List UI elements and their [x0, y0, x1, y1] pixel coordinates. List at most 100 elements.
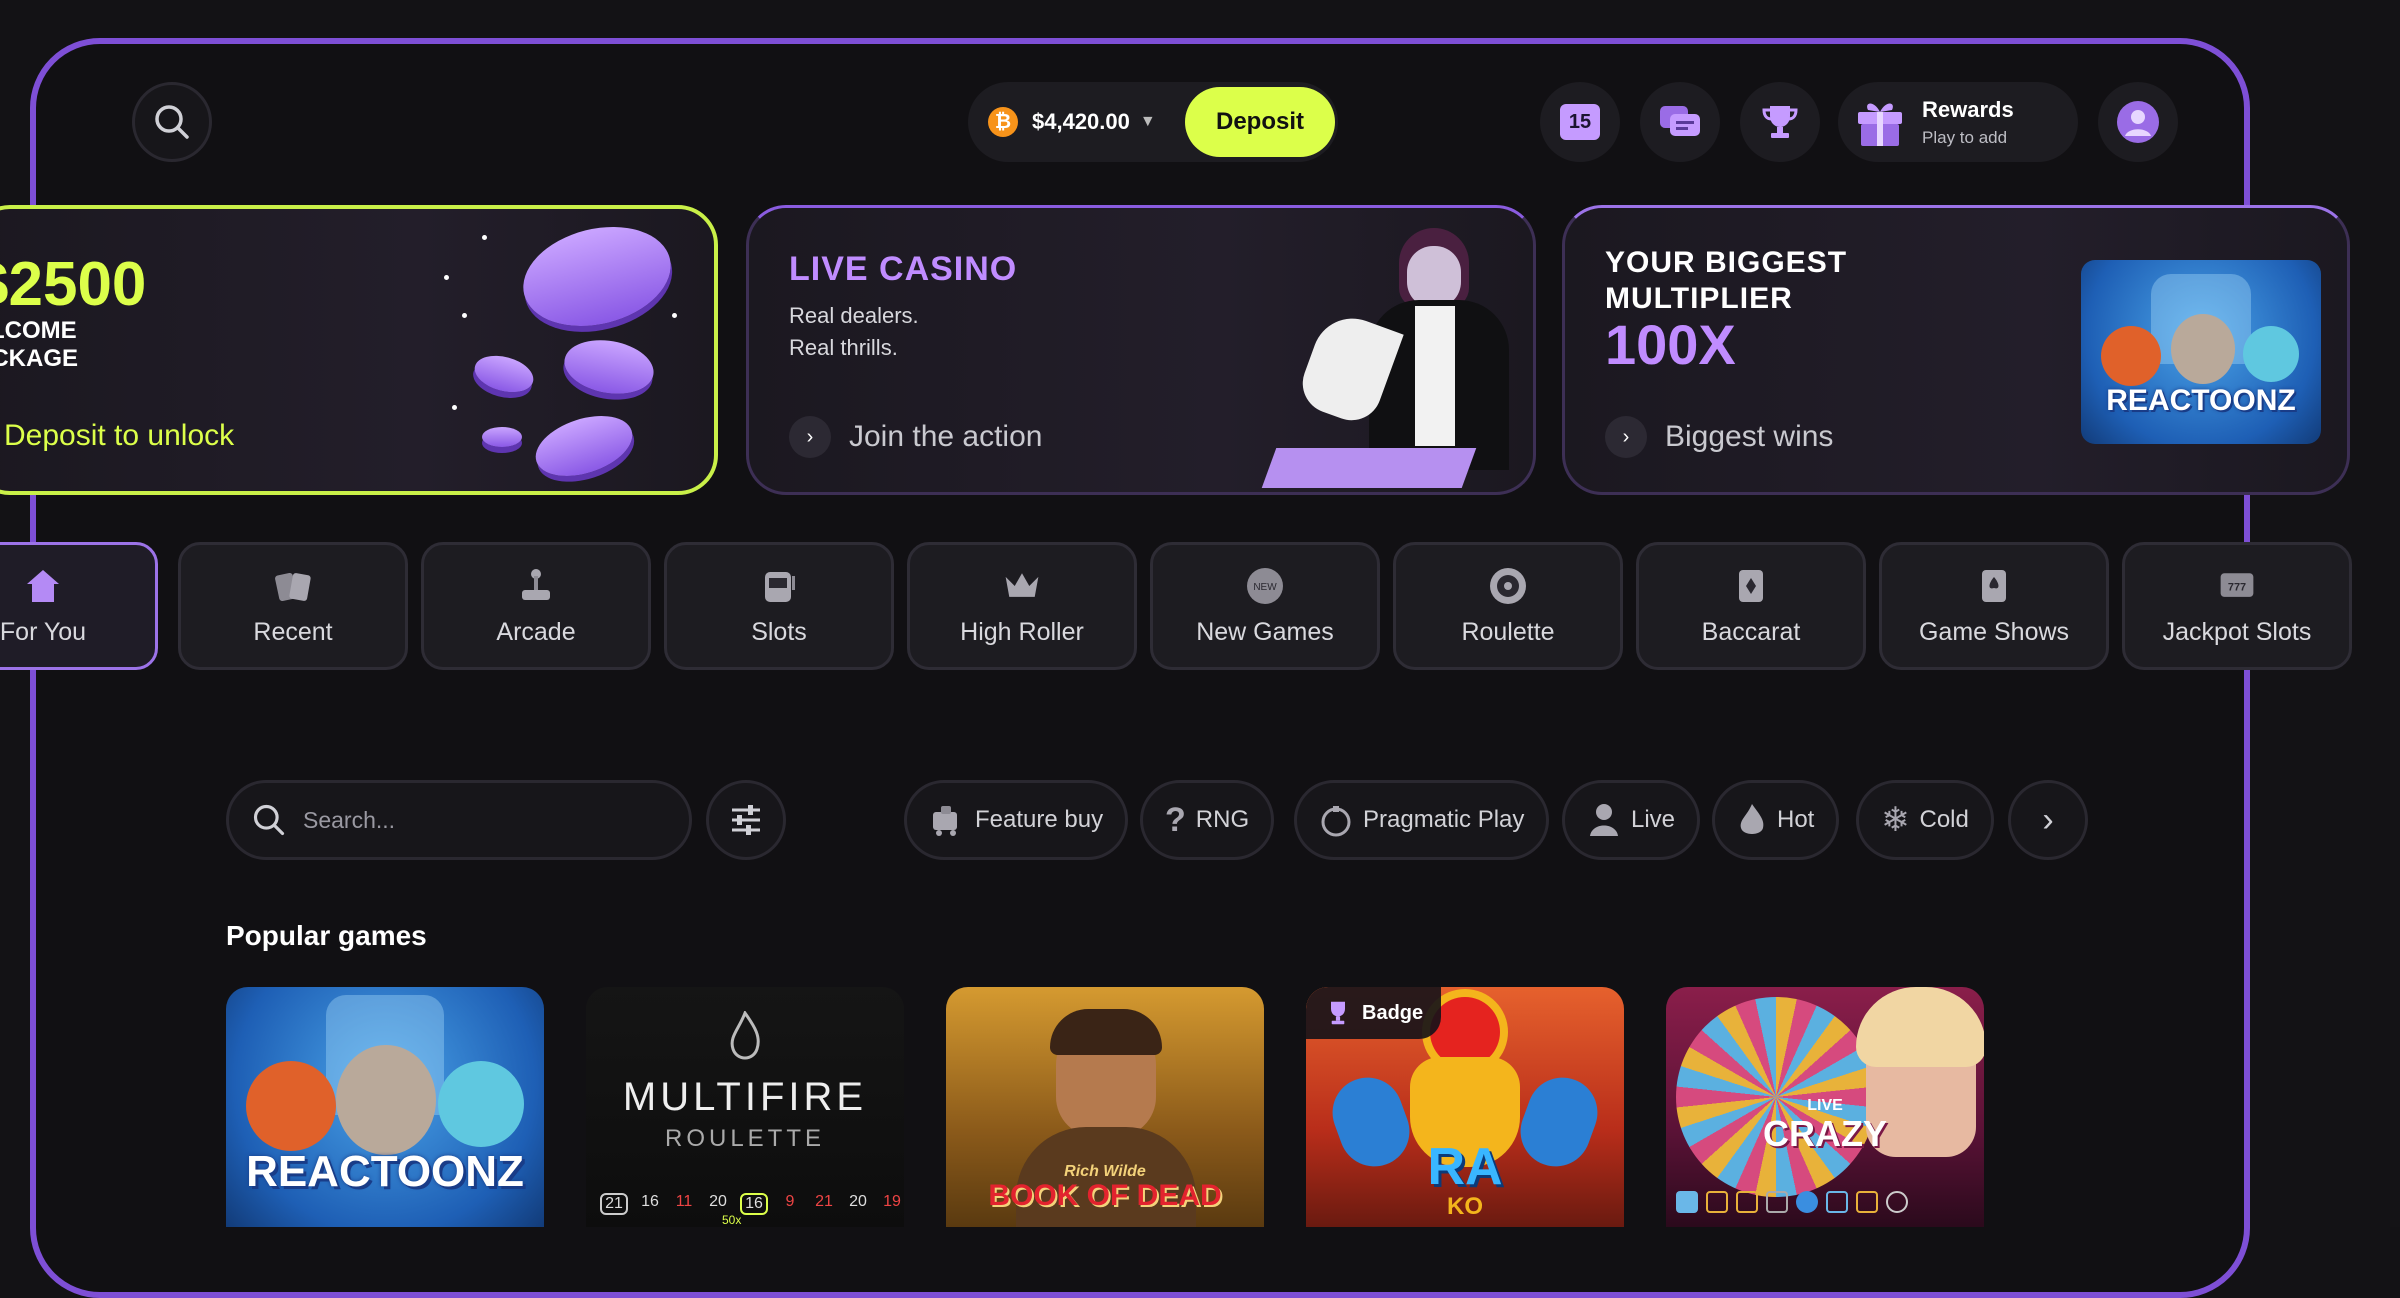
banner-line-2: MULTIPLIER	[1605, 282, 1793, 315]
flame-icon	[1740, 804, 1764, 834]
banner-subtitle: Real dealers. Real thrills.	[789, 303, 919, 360]
join-the-action-link[interactable]: Join the action	[849, 420, 1042, 454]
rewards-title: Rewards	[1922, 96, 2014, 122]
game-card-book-of-dead[interactable]: Rich Wilde BOOK OF DEAD	[946, 987, 1264, 1227]
rewards-button[interactable]: Rewards Play to add	[1838, 82, 2078, 162]
category-high-roller[interactable]: High Roller	[907, 542, 1137, 670]
multiplier-value: 100X	[1605, 313, 1736, 376]
category-label: Roulette	[1461, 617, 1555, 646]
game-search-field[interactable]	[226, 780, 692, 860]
deposit-to-unlock-link[interactable]: Deposit to unlock	[4, 419, 234, 453]
category-label: For You	[0, 617, 87, 646]
rewards-subtitle: Play to add	[1922, 127, 2008, 147]
joystick-icon	[516, 566, 556, 606]
category-roulette[interactable]: Roulette	[1393, 542, 1623, 670]
dealer-icon	[1590, 804, 1618, 836]
category-label: Recent	[253, 617, 333, 646]
trophy-icon	[1762, 106, 1798, 138]
category-baccarat[interactable]: Baccarat	[1636, 542, 1866, 670]
search-icon	[155, 105, 189, 139]
chevron-right-icon: ›	[1605, 416, 1647, 458]
chevron-down-icon: ▼	[1139, 113, 1156, 130]
avatar-icon	[2117, 101, 2159, 143]
game-subtitle: ROULETTE	[664, 1125, 825, 1152]
filter-settings-button[interactable]	[706, 780, 786, 860]
category-label: New Games	[1196, 617, 1334, 646]
filter-label: Pragmatic Play	[1363, 806, 1525, 833]
welcome-package-banner[interactable]: $2500 ELCOME ACKAGE Deposit to unlock	[0, 205, 718, 495]
search-button[interactable]	[132, 82, 212, 162]
bitcoin-icon: ₿	[988, 107, 1018, 137]
card-spade-icon	[1974, 566, 2014, 606]
chevron-right-icon: ›	[2042, 800, 2054, 839]
scrollbar-track[interactable]	[2390, 0, 2400, 1227]
welcome-text: ELCOME ACKAGE	[0, 317, 79, 372]
category-new-games[interactable]: NEW New Games	[1150, 542, 1380, 670]
category-arcade[interactable]: Arcade	[421, 542, 651, 670]
game-badge: Badge	[1306, 987, 1442, 1039]
category-label: Baccarat	[1701, 617, 1801, 646]
banner-line-1: YOUR BIGGEST	[1605, 246, 1848, 279]
card-icon	[1731, 566, 1771, 606]
filter-hot[interactable]: Hot	[1712, 780, 1840, 860]
filter-label: Live	[1631, 806, 1676, 833]
category-for-you[interactable]: For You	[0, 542, 158, 670]
filter-pragmatic-play[interactable]: Pragmatic Play	[1294, 780, 1550, 860]
filter-feature-buy[interactable]: Feature buy	[904, 780, 1129, 860]
slot-machine-icon	[759, 566, 799, 606]
sliders-icon	[732, 805, 760, 835]
biggest-wins-link[interactable]: Biggest wins	[1665, 420, 1833, 454]
crown-icon	[1002, 566, 1042, 606]
category-recent[interactable]: Recent	[178, 542, 408, 670]
flame-logo-icon	[730, 1011, 760, 1060]
roulette-wheel-icon	[1488, 566, 1528, 606]
multiplier-tag: 50x	[722, 1213, 742, 1227]
live-casino-banner[interactable]: LIVE CASINO Real dealers. Real thrills. …	[746, 205, 1536, 495]
filter-rng[interactable]: ? RNG	[1140, 780, 1275, 860]
svg-text:777: 777	[2228, 581, 2246, 593]
results-strip	[1676, 1191, 1972, 1215]
game-title: REACTOONZ	[246, 1147, 524, 1196]
recent-numbers: 21 16 11 20 16 9 21 20 19 11	[600, 1193, 904, 1215]
trophy-icon	[1331, 1001, 1345, 1025]
search-icon	[253, 804, 285, 836]
provider-icon	[1321, 806, 1351, 837]
balance-amount: $4,420.00	[1032, 109, 1130, 134]
svg-text:NEW: NEW	[1253, 582, 1277, 593]
game-card-reactoonz[interactable]: REACTOONZ	[226, 987, 544, 1227]
filter-label: Hot	[1777, 806, 1815, 833]
bonus-amount: $2500	[0, 250, 147, 319]
game-card-crazy-time[interactable]: LIVE CRAZY	[1666, 987, 1984, 1227]
category-label: Jackpot Slots	[2162, 617, 2312, 646]
reactoonz-thumbnail: REACTOONZ	[2081, 260, 2321, 444]
gift-icon	[1858, 103, 1902, 146]
game-subtitle: KO	[1447, 1193, 1483, 1220]
category-label: Game Shows	[1918, 617, 2070, 646]
biggest-multiplier-banner[interactable]: YOUR BIGGEST MULTIPLIER 100X › Biggest w…	[1562, 205, 2350, 495]
category-label: Slots	[751, 617, 807, 646]
deposit-button[interactable]: Deposit	[1185, 87, 1335, 157]
profile-button[interactable]	[2098, 82, 2178, 162]
category-label: High Roller	[960, 617, 1084, 646]
category-slots[interactable]: Slots	[664, 542, 894, 670]
filter-live[interactable]: Live	[1562, 780, 1701, 860]
search-input[interactable]	[301, 805, 685, 835]
game-card-ra-ko[interactable]: RA KO Badge	[1306, 987, 1624, 1227]
game-title: CRAZY	[1763, 1113, 1887, 1154]
filter-cold[interactable]: ❄ Cold	[1856, 780, 1994, 860]
filters-next-button[interactable]: ›	[2008, 780, 2088, 860]
snowflake-icon: ❄	[1881, 801, 1910, 839]
calendar-icon: 15	[1560, 104, 1600, 140]
chat-icon	[1660, 106, 1700, 136]
question-icon: ?	[1165, 800, 1186, 839]
trophy-button[interactable]	[1740, 82, 1820, 162]
filter-label: Feature buy	[975, 806, 1104, 833]
category-game-shows[interactable]: Game Shows	[1879, 542, 2109, 670]
category-jackpot-slots[interactable]: 777 Jackpot Slots	[2122, 542, 2352, 670]
chat-button[interactable]	[1640, 82, 1720, 162]
game-card-multifire-roulette[interactable]: MULTIFIRE ROULETTE 21 16 11 20 16 9 21 2…	[586, 987, 904, 1227]
game-title: BOOK OF DEAD	[988, 1179, 1222, 1212]
calendar-button[interactable]: 15	[1540, 82, 1620, 162]
category-label: Arcade	[496, 617, 576, 646]
filter-label: Cold	[1919, 806, 1969, 833]
